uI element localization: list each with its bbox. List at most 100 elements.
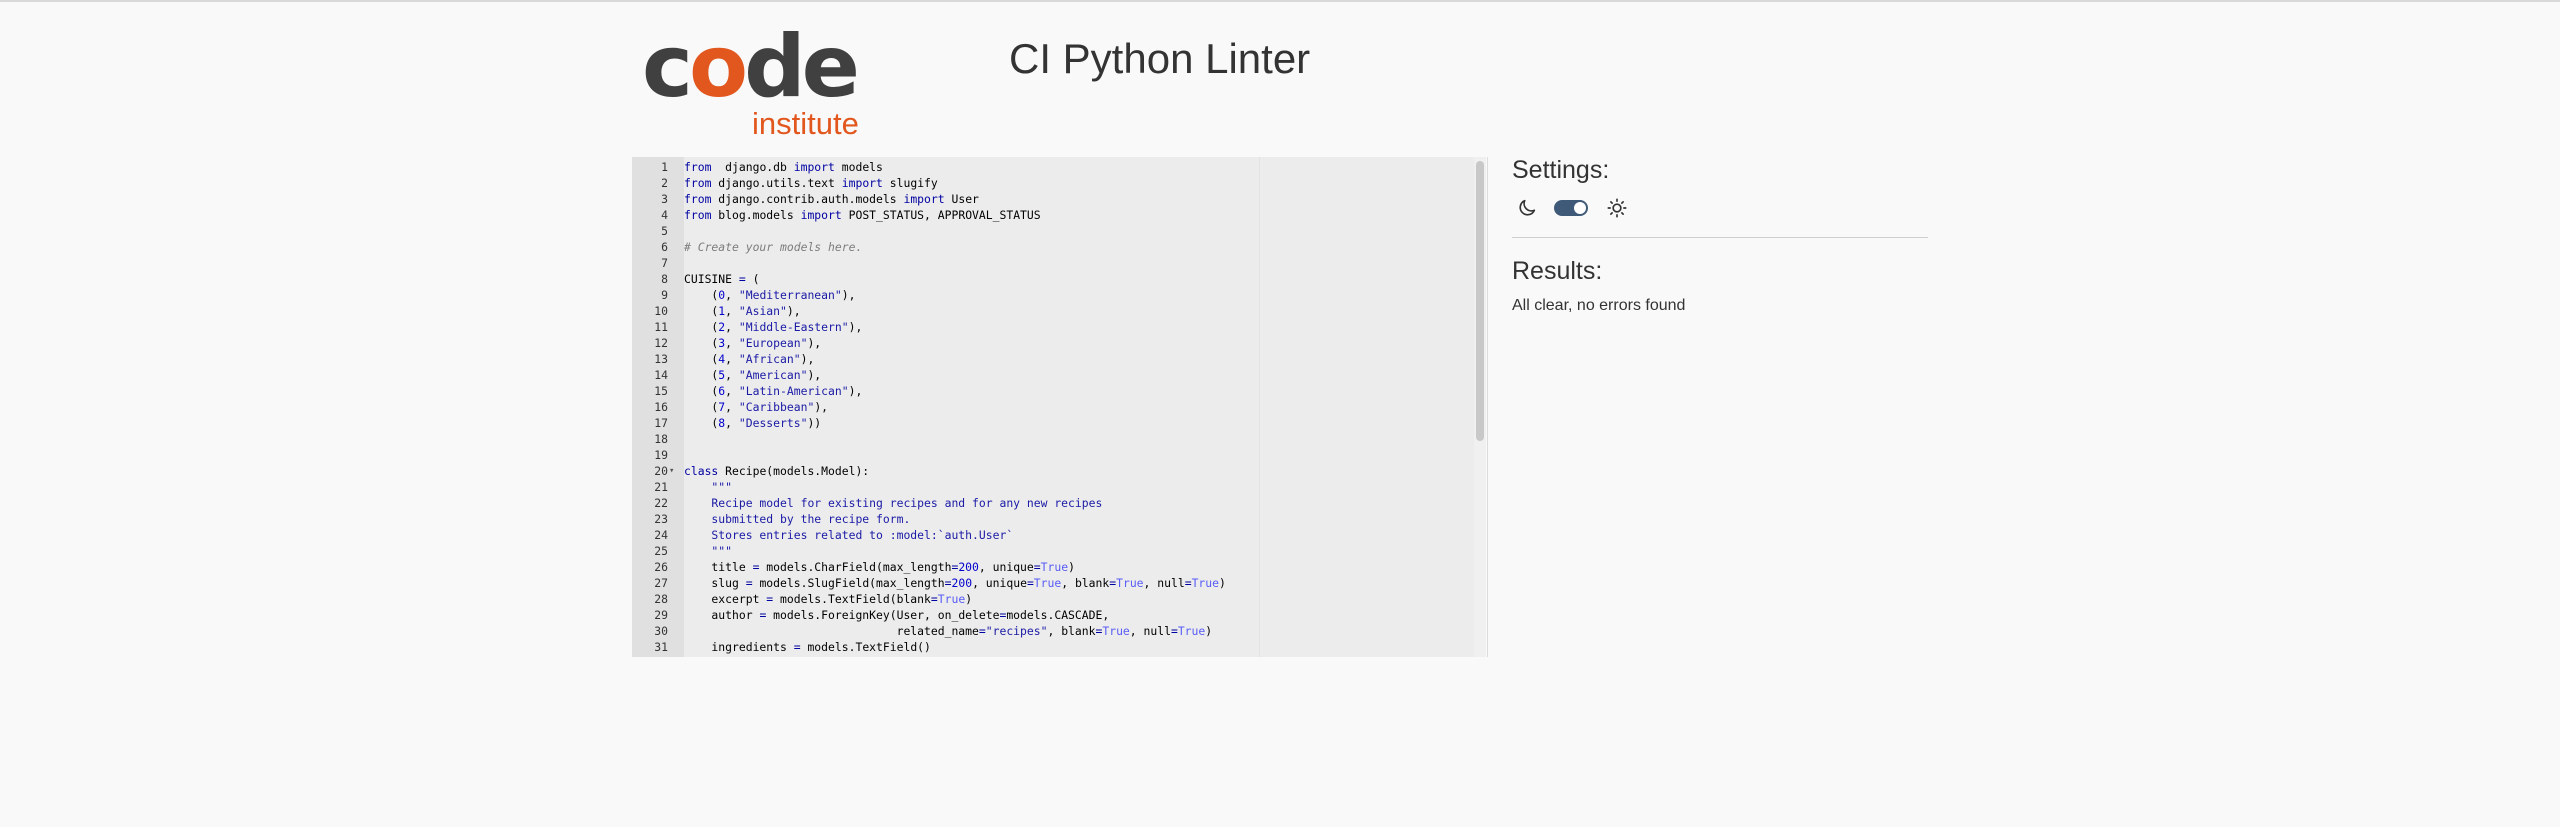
- code-token: instructions: [684, 656, 801, 657]
- code-token: from: [684, 208, 712, 222]
- line-number: 1: [661, 160, 668, 174]
- code-line[interactable]: 4 from blog.models import POST_STATUS, AP…: [632, 207, 1474, 223]
- code-token: import: [841, 176, 883, 190]
- line-number: 32: [632, 655, 668, 657]
- code-text: (2, "Middle-Eastern"),: [684, 319, 862, 335]
- code-token: "Asian": [738, 304, 787, 318]
- code-line[interactable]: 29 author = models.ForeignKey(User, on_d…: [632, 607, 1474, 623]
- code-text: CUISINE = (: [684, 271, 759, 287]
- fold-arrow-icon[interactable]: ▾: [669, 463, 679, 479]
- code-line[interactable]: 10 (1, "Asian"),: [632, 303, 1474, 319]
- code-text: (1, "Asian"),: [684, 303, 800, 319]
- line-number: 11: [654, 320, 668, 334]
- code-token: 200: [958, 560, 979, 574]
- line-number: 23: [654, 512, 668, 526]
- code-token: Stores entries related to :model:`auth.U…: [684, 528, 1014, 542]
- line-number: 30: [654, 624, 668, 638]
- code-line[interactable]: 6 # Create your models here.: [632, 239, 1474, 255]
- code-line[interactable]: 5: [632, 223, 1474, 239]
- results-heading: Results:: [1512, 257, 1603, 285]
- code-line[interactable]: 13 (4, "African"),: [632, 351, 1474, 367]
- code-line[interactable]: 26 title = models.CharField(max_length=2…: [632, 559, 1474, 575]
- code-line[interactable]: 7: [632, 255, 1474, 271]
- code-line[interactable]: 27 slug = models.SlugField(max_length=20…: [632, 575, 1474, 591]
- code-line[interactable]: 9 (0, "Mediterranean"),: [632, 287, 1474, 303]
- code-text: (5, "American"),: [684, 367, 821, 383]
- code-token: excerpt: [684, 592, 767, 606]
- code-line[interactable]: 30 related_name="recipes", blank=True, n…: [632, 623, 1474, 639]
- code-line[interactable]: 20 ▾ class Recipe(models.Model):: [632, 463, 1474, 479]
- code-text: """: [684, 543, 732, 559]
- code-editor[interactable]: 1 from django.db import models 2 from djang…: [632, 157, 1474, 657]
- code-line[interactable]: 2 from django.utils.text import slugify: [632, 175, 1474, 191]
- line-number: 13: [654, 352, 668, 366]
- code-token: ),: [807, 368, 822, 382]
- code-token: ),: [800, 352, 815, 366]
- code-line[interactable]: 31 ingredients = models.TextField(): [632, 639, 1474, 655]
- code-text: title = models.CharField(max_length=200,…: [684, 559, 1075, 575]
- code-token: "American": [738, 368, 808, 382]
- line-number: 17: [654, 416, 668, 430]
- code-line[interactable]: 22 Recipe model for existing recipes and…: [632, 495, 1474, 511]
- code-token: , null: [1129, 624, 1171, 638]
- code-line[interactable]: 3 from django.contrib.auth.models import …: [632, 191, 1474, 207]
- code-line[interactable]: 28 excerpt = models.TextField(blank=True…: [632, 591, 1474, 607]
- code-line[interactable]: 12 (3, "European"),: [632, 335, 1474, 351]
- code-text: from django.contrib.auth.models import U…: [684, 191, 979, 207]
- code-line[interactable]: 19: [632, 447, 1474, 463]
- code-text: excerpt = models.TextField(blank=True): [684, 591, 972, 607]
- line-number: 19: [654, 448, 668, 462]
- theme-switcher: [1516, 197, 1628, 219]
- code-token: (: [684, 400, 719, 414]
- code-token: =: [745, 576, 753, 590]
- code-token: models.ForeignKey(User, on_delete: [766, 608, 1000, 622]
- code-token: author: [684, 608, 760, 622]
- code-line[interactable]: 24 Stores entries related to :model:`aut…: [632, 527, 1474, 543]
- code-text: from django.utils.text import slugify: [684, 175, 938, 191]
- code-line[interactable]: 32 instructions = models.TextField(): [632, 655, 1474, 657]
- code-line[interactable]: 11 (2, "Middle-Eastern"),: [632, 319, 1474, 335]
- code-text: from blog.models import POST_STATUS, APP…: [684, 207, 1041, 223]
- code-text: instructions = models.TextField(): [684, 655, 937, 657]
- code-token: ,: [725, 352, 739, 366]
- results-message: All clear, no errors found: [1512, 297, 1686, 314]
- code-token: =: [738, 272, 746, 286]
- code-text: ingredients = models.TextField(): [684, 639, 930, 655]
- line-number: 26: [654, 560, 668, 574]
- code-token: Recipe model for existing recipes and fo…: [684, 496, 1103, 510]
- code-line[interactable]: 14 (5, "American"),: [632, 367, 1474, 383]
- line-number: 8: [661, 272, 668, 286]
- code-token: from: [684, 160, 712, 174]
- code-line[interactable]: 17 (8, "Desserts")): [632, 415, 1474, 431]
- code-line[interactable]: 8 CUISINE = (: [632, 271, 1474, 287]
- code-line[interactable]: 25 """: [632, 543, 1474, 559]
- code-text: """: [684, 479, 732, 495]
- theme-toggle[interactable]: [1554, 200, 1588, 216]
- code-line[interactable]: 15 (6, "Latin-American"),: [632, 383, 1474, 399]
- code-token: , unique: [978, 560, 1034, 574]
- code-token: (: [684, 288, 719, 302]
- code-line[interactable]: 21 """: [632, 479, 1474, 495]
- editor-scrollbar-thumb[interactable]: [1476, 161, 1484, 441]
- line-number: 2: [661, 176, 668, 190]
- code-token: "recipes": [985, 624, 1048, 638]
- code-line[interactable]: 18: [632, 431, 1474, 447]
- logo-subtitle: institute: [752, 106, 859, 141]
- line-number: 12: [654, 336, 668, 350]
- code-token: (: [684, 304, 719, 318]
- code-text: author = models.ForeignKey(User, on_dele…: [684, 607, 1109, 623]
- moon-icon[interactable]: [1516, 197, 1538, 219]
- line-number: 28: [654, 592, 668, 606]
- line-number: 9: [661, 288, 668, 302]
- sun-icon[interactable]: [1606, 197, 1628, 219]
- code-line[interactable]: 16 (7, "Caribbean"),: [632, 399, 1474, 415]
- code-line[interactable]: 1 from django.db import models: [632, 159, 1474, 175]
- editor-scrollbar[interactable]: [1474, 157, 1486, 657]
- code-token: models.SlugField(max_length: [752, 576, 945, 590]
- code-token: (: [745, 272, 760, 286]
- code-text: submitted by the recipe form.: [684, 511, 910, 527]
- code-line[interactable]: 23 submitted by the recipe form.: [632, 511, 1474, 527]
- code-token: ),: [814, 400, 829, 414]
- code-text: # Create your models here.: [684, 239, 862, 255]
- code-token: ,: [725, 288, 739, 302]
